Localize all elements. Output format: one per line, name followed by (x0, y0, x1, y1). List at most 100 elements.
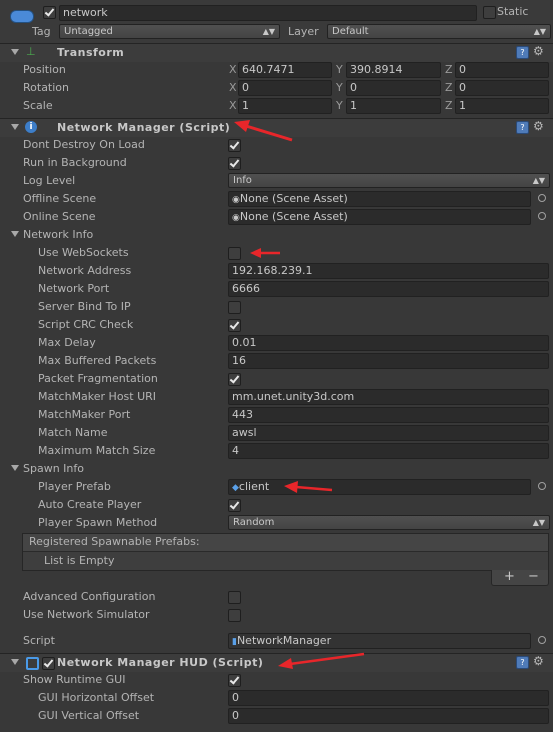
foldout-arrow-icon[interactable] (11, 49, 19, 55)
h-offset-input[interactable]: 0 (228, 690, 549, 706)
network-address-label: Network Address (38, 264, 132, 277)
network-info-label: Network Info (23, 228, 94, 241)
transform-title: Transform (57, 46, 125, 59)
foldout-arrow-icon[interactable] (11, 124, 19, 130)
log-level-dropdown[interactable]: Info ▲▼ (228, 173, 550, 188)
rotation-y-input[interactable]: 0 (346, 80, 441, 96)
position-z-input[interactable]: 0 (455, 62, 549, 78)
prefab-icon: ◆ (232, 483, 239, 493)
match-name-input[interactable]: awsl (228, 425, 549, 441)
spawn-method-label: Player Spawn Method (38, 516, 158, 529)
object-header: network Static Tag Untagged ▲▼ Layer Defa… (0, 0, 553, 44)
registered-prefabs-list: Registered Spawnable Prefabs: List is Em… (22, 533, 549, 571)
script-row: Script ▮NetworkManager (0, 632, 553, 650)
match-name-row: Match Name awsl (0, 424, 553, 442)
annotation-arrow-icon (250, 248, 280, 258)
scale-z-input[interactable]: 1 (455, 98, 549, 114)
help-icon[interactable]: ? (516, 121, 529, 134)
network-address-input[interactable]: 192.168.239.1 (228, 263, 549, 279)
object-picker-icon[interactable] (538, 636, 546, 644)
max-buffered-label: Max Buffered Packets (38, 354, 157, 367)
use-websockets-label: Use WebSockets (38, 246, 129, 259)
remove-button[interactable]: − (528, 569, 539, 584)
auto-create-checkbox[interactable] (228, 499, 241, 512)
gear-icon[interactable]: ⚙ (533, 654, 544, 668)
transform-axes-icon: ⊥ (26, 45, 36, 58)
player-prefab-field[interactable]: ◆client (228, 479, 531, 495)
static-checkbox[interactable] (483, 6, 496, 19)
gear-icon[interactable]: ⚙ (533, 119, 544, 133)
network-simulator-checkbox[interactable] (228, 609, 241, 622)
online-scene-label: Online Scene (23, 210, 96, 223)
axis-y-label: Y (336, 99, 343, 112)
gameobject-icon[interactable] (10, 10, 34, 23)
max-match-row: Maximum Match Size 4 (0, 442, 553, 460)
layer-value: Default (332, 26, 369, 37)
rotation-x-input[interactable]: 0 (238, 80, 332, 96)
transform-header[interactable]: ⊥ Transform ? ⚙ (0, 43, 553, 62)
max-delay-input[interactable]: 0.01 (228, 335, 549, 351)
gear-icon[interactable]: ⚙ (533, 44, 544, 58)
max-match-input[interactable]: 4 (228, 443, 549, 459)
show-gui-row: Show Runtime GUI (0, 671, 553, 689)
online-scene-field[interactable]: ◉None (Scene Asset) (228, 209, 531, 225)
object-picker-icon[interactable] (538, 212, 546, 220)
foldout-arrow-icon[interactable] (11, 659, 19, 665)
mm-port-input[interactable]: 443 (228, 407, 549, 423)
packet-frag-checkbox[interactable] (228, 373, 241, 386)
offline-scene-field[interactable]: ◉None (Scene Asset) (228, 191, 531, 207)
chevron-icon: ▲▼ (533, 27, 546, 36)
active-checkbox[interactable] (43, 6, 56, 19)
mm-host-row: MatchMaker Host URI mm.unet.unity3d.com (0, 388, 553, 406)
run-in-background-label: Run in Background (23, 156, 127, 169)
help-icon[interactable]: ? (516, 656, 529, 669)
annotation-arrow-icon (284, 481, 333, 493)
mm-host-input[interactable]: mm.unet.unity3d.com (228, 389, 549, 405)
network-info-foldout[interactable]: Network Info (0, 226, 553, 244)
server-bind-checkbox[interactable] (228, 301, 241, 314)
advanced-config-row: Advanced Configuration (0, 588, 553, 606)
packet-frag-label: Packet Fragmentation (38, 372, 158, 385)
object-picker-icon[interactable] (538, 194, 546, 202)
hud-component-icon (26, 657, 39, 670)
add-button[interactable]: + (504, 569, 515, 584)
tag-dropdown[interactable]: Untagged ▲▼ (59, 24, 280, 39)
use-websockets-checkbox[interactable] (228, 247, 241, 260)
rotation-z-input[interactable]: 0 (455, 80, 549, 96)
script-crc-row: Script CRC Check (0, 316, 553, 334)
log-level-row: Log Level Info ▲▼ (0, 172, 553, 190)
network-manager-title: Network Manager (Script) (57, 121, 231, 134)
tag-value: Untagged (64, 26, 113, 37)
scene-asset-icon: ◉ (232, 195, 240, 205)
position-y-input[interactable]: 390.8914 (346, 62, 441, 78)
rotation-row: Rotation X 0 Y 0 Z 0 (0, 79, 553, 97)
axis-x-label: X (229, 99, 237, 112)
layer-dropdown[interactable]: Default ▲▼ (327, 24, 551, 39)
run-in-background-row: Run in Background (0, 154, 553, 172)
network-port-input[interactable]: 6666 (228, 281, 549, 297)
object-picker-icon[interactable] (538, 482, 546, 490)
foldout-arrow-icon[interactable] (11, 465, 19, 471)
hud-enabled-checkbox[interactable] (42, 657, 55, 670)
axis-z-label: Z (445, 63, 453, 76)
script-crc-checkbox[interactable] (228, 319, 241, 332)
show-gui-checkbox[interactable] (228, 674, 241, 687)
script-field[interactable]: ▮NetworkManager (228, 633, 531, 649)
foldout-arrow-icon[interactable] (11, 231, 19, 237)
network-port-label: Network Port (38, 282, 110, 295)
max-buffered-input[interactable]: 16 (228, 353, 549, 369)
scale-x-input[interactable]: 1 (238, 98, 332, 114)
position-x-input[interactable]: 640.7471 (238, 62, 332, 78)
match-name-label: Match Name (38, 426, 108, 439)
run-in-background-checkbox[interactable] (228, 157, 241, 170)
object-name-input[interactable]: network (59, 5, 477, 21)
spawn-method-dropdown[interactable]: Random ▲▼ (228, 515, 550, 530)
help-icon[interactable]: ? (516, 46, 529, 59)
advanced-config-checkbox[interactable] (228, 591, 241, 604)
position-row: Position X 640.7471 Y 390.8914 Z 0 (0, 61, 553, 79)
spawn-info-foldout[interactable]: Spawn Info (0, 460, 553, 478)
h-offset-label: GUI Horizontal Offset (38, 691, 155, 704)
scale-y-input[interactable]: 1 (346, 98, 441, 114)
mm-port-row: MatchMaker Port 443 (0, 406, 553, 424)
v-offset-input[interactable]: 0 (228, 708, 549, 724)
